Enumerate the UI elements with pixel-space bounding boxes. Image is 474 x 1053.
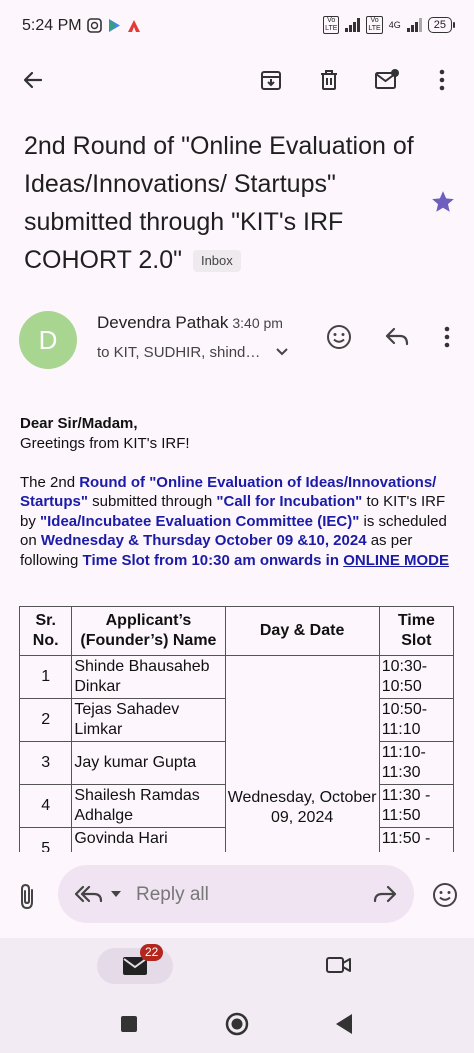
sender-avatar[interactable]: D	[19, 311, 77, 369]
back-arrow-icon	[23, 71, 43, 89]
inbox-label[interactable]: Inbox	[192, 250, 241, 273]
cell-sr: 1	[18, 655, 73, 699]
reaction-button[interactable]	[432, 882, 458, 913]
mail-unread-badge: 22	[140, 944, 164, 961]
cell-name: Tejas Sahadev Limkar	[71, 698, 226, 742]
col-header-name: Applicant’s (Founder’s) Name	[71, 606, 226, 656]
cell-slot: 11:10-11:30	[378, 741, 455, 785]
mark-unread-icon	[375, 69, 399, 89]
trash-icon	[321, 70, 337, 90]
signal-icon	[345, 18, 361, 32]
sender-name: Devendra Pathak	[97, 313, 229, 332]
delete-button[interactable]	[309, 60, 349, 100]
sender-line: Devendra Pathak 3:40 pm	[97, 313, 283, 333]
forward-icon[interactable]	[372, 884, 398, 904]
p1-text: submitted through	[87, 493, 217, 510]
archive-button[interactable]	[251, 60, 291, 100]
star-icon	[432, 191, 454, 212]
reply-icon	[385, 327, 409, 346]
salutation: Dear Sir/Madam,	[20, 415, 138, 432]
col-header-sr: Sr. No.	[18, 606, 73, 656]
battery-indicator: 25	[427, 17, 456, 33]
cell-day-date: Wednesday, October 09, 2024	[224, 655, 380, 871]
email-subject: 2nd Round of "Online Evaluation of Ideas…	[24, 127, 424, 279]
battery-level: 25	[433, 19, 446, 31]
system-status-icons: Vo LTE Vo LTE 4G 25	[323, 16, 456, 34]
cell-name: Shinde Bhausaheb Dinkar	[71, 655, 226, 699]
more-options-button[interactable]	[422, 60, 462, 100]
avatar-initial: D	[38, 324, 58, 355]
mark-unread-button[interactable]	[367, 60, 407, 100]
more-vert-icon	[444, 326, 450, 348]
paperclip-icon	[21, 883, 33, 910]
cell-sr: 3	[18, 741, 73, 785]
p1-text: The 2nd	[20, 473, 80, 491]
greeting: Greetings from KIT's IRF!	[20, 434, 190, 452]
cell-slot: 11:30 - 11:50	[378, 784, 455, 828]
email-time: 3:40 pm	[232, 315, 283, 331]
system-navigation	[0, 998, 474, 1053]
signal-icon-2	[406, 18, 422, 32]
app-notification-icon	[87, 18, 102, 33]
online-mode-link[interactable]: ONLINE MODE	[343, 552, 449, 569]
reply-all-field[interactable]: Reply all	[58, 865, 414, 923]
email-body: Dear Sir/Madam, Greetings from KIT's IRF…	[20, 414, 450, 570]
email-toolbar	[0, 50, 474, 110]
recents-icon	[121, 1016, 137, 1032]
back-triangle-icon	[336, 1014, 352, 1034]
home-button[interactable]	[225, 1012, 249, 1041]
col-header-slot: Time Slot	[378, 606, 455, 656]
emoji-icon	[327, 325, 351, 349]
nav-meet-tab[interactable]	[325, 955, 353, 980]
video-camera-icon	[326, 957, 351, 973]
reply-bar: Reply all	[0, 852, 474, 938]
dropdown-arrow-icon[interactable]	[110, 890, 122, 898]
reply-all-icon	[74, 885, 103, 903]
notification-icons	[87, 18, 141, 33]
recipients-text: to KIT, SUDHIR, shind…	[97, 344, 261, 361]
star-button[interactable]	[430, 189, 456, 220]
p1-dates: Wednesday & Thursday October 09 &10, 202…	[40, 532, 367, 549]
back-button[interactable]	[13, 60, 53, 100]
cell-sr: 4	[18, 784, 73, 828]
reply-all-label: Reply all	[136, 884, 209, 905]
status-bar: 5:24 PM Vo LTE Vo LTE 4G 25	[0, 0, 474, 50]
reply-button[interactable]	[380, 320, 414, 354]
add-reaction-button[interactable]	[322, 320, 356, 354]
play-store-icon	[109, 19, 120, 32]
volte-icon: Vo LTE	[323, 16, 340, 34]
recents-button[interactable]	[120, 1015, 138, 1038]
table-header-row: Sr. No. Applicant’s (Founder’s) Name Day…	[18, 606, 455, 656]
chevron-down-icon	[275, 348, 288, 356]
home-icon	[225, 1012, 249, 1036]
message-more-button[interactable]	[430, 320, 464, 354]
cell-sr: 2	[18, 698, 73, 742]
archive-icon	[261, 71, 281, 90]
recipients-toggle[interactable]: to KIT, SUDHIR, shind…	[97, 344, 289, 361]
volte-icon-2: Vo LTE	[366, 16, 383, 34]
cell-slot: 10:50-11:10	[378, 698, 455, 742]
status-time: 5:24 PM	[22, 17, 82, 34]
attach-button[interactable]	[16, 882, 38, 915]
cell-slot: 10:30-10:50	[378, 655, 455, 699]
cell-name: Shailesh Ramdas Adhalge	[71, 784, 226, 828]
table-row: 1 Shinde Bhausaheb Dinkar Wednesday, Oct…	[18, 655, 455, 871]
back-nav-button[interactable]	[334, 1013, 354, 1040]
schedule-table: Sr. No. Applicant’s (Founder’s) Name Day…	[18, 606, 455, 871]
intro-paragraph: The 2nd Round of "Online Evaluation of I…	[20, 473, 450, 571]
p1-text: in	[321, 551, 344, 569]
bottom-navigation: 22	[0, 938, 474, 998]
emoji-icon	[433, 883, 457, 907]
cell-name: Jay kumar Gupta	[71, 741, 226, 785]
col-header-day: Day & Date	[224, 606, 380, 656]
network-type: 4G	[388, 20, 401, 30]
p1-committee: "Idea/Incubatee Evaluation Committee (IE…	[40, 512, 360, 530]
more-vert-icon	[439, 69, 445, 91]
p1-call-title: "Call for Incubation"	[216, 493, 363, 510]
airtel-icon	[128, 19, 140, 32]
p1-time-slot: Time Slot from 10:30 am onwards	[82, 551, 322, 569]
